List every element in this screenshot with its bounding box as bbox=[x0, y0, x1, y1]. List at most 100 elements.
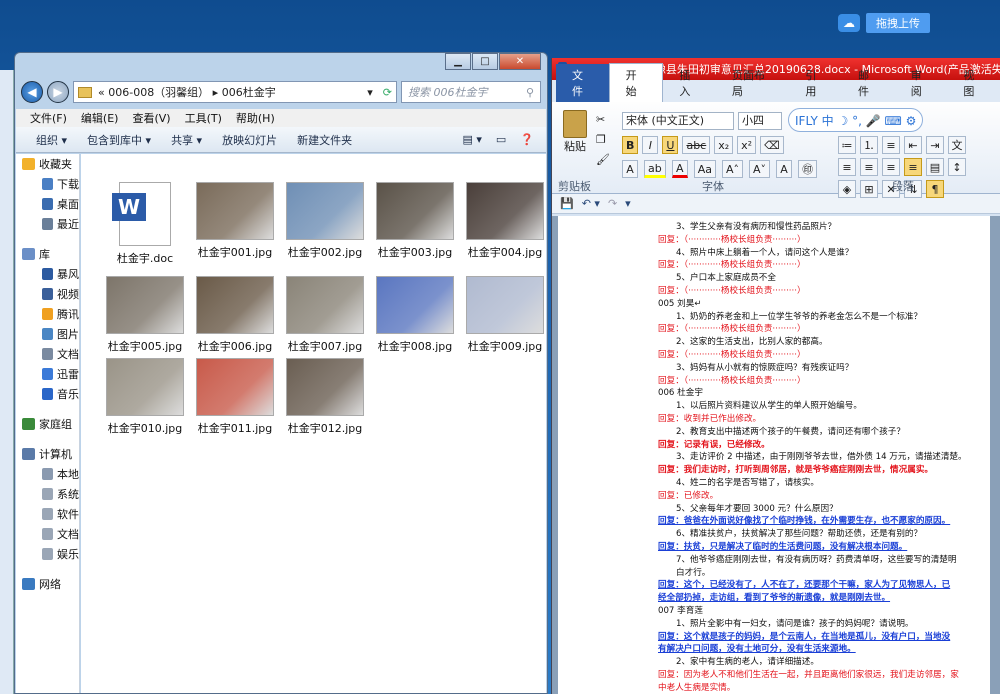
align-left-icon[interactable]: ≡ bbox=[838, 158, 856, 176]
search-input[interactable]: 搜索 006杜金宇 ⚲ bbox=[401, 81, 541, 103]
file-item[interactable]: 杜金宇001.jpg bbox=[191, 182, 279, 260]
text-effects-icon[interactable]: A bbox=[622, 160, 638, 178]
menu-help[interactable]: 帮助(H) bbox=[236, 110, 275, 126]
slideshow-button[interactable]: 放映幻灯片 bbox=[222, 132, 277, 148]
shrink-font-icon[interactable]: A˅ bbox=[749, 160, 771, 178]
nav-item[interactable]: 迅雷 bbox=[16, 364, 79, 384]
bullets-icon[interactable]: ≔ bbox=[838, 136, 856, 154]
forward-arrow-icon[interactable]: ▶ bbox=[47, 81, 69, 103]
subscript-button[interactable]: x₂ bbox=[714, 136, 734, 154]
chinese-layout-icon[interactable]: 文 bbox=[948, 136, 966, 154]
change-case-icon[interactable]: Aa bbox=[693, 160, 716, 178]
undo-icon[interactable]: ↶ ▾ bbox=[582, 197, 600, 210]
paste-button[interactable]: 粘贴 bbox=[560, 110, 590, 154]
enclose-char-icon[interactable]: ㊞ bbox=[798, 160, 818, 178]
file-item[interactable]: 杜金宇005.jpg bbox=[101, 276, 189, 354]
nav-item[interactable]: 收藏夹 bbox=[16, 154, 79, 174]
background-window-edge[interactable] bbox=[0, 70, 14, 694]
file-item[interactable]: 杜金宇012.jpg bbox=[281, 358, 369, 436]
tab-view[interactable]: 视图 bbox=[947, 64, 1000, 102]
file-item[interactable]: 杜金宇008.jpg bbox=[371, 276, 459, 354]
tab-file[interactable]: 文件 bbox=[556, 64, 609, 102]
qat-customize-icon[interactable]: ▾ bbox=[625, 197, 631, 210]
nav-item[interactable]: 家庭组 bbox=[16, 414, 79, 434]
document-page[interactable]: 3、学生父亲有没有病历和慢性药品照片？ 回复：（············杨校长组负… bbox=[558, 216, 990, 694]
font-name-select[interactable]: 宋体 (中文正文) bbox=[622, 112, 734, 130]
tab-home[interactable]: 开始 bbox=[608, 63, 664, 102]
nav-item[interactable]: 桌面 bbox=[16, 194, 79, 214]
menu-tools[interactable]: 工具(T) bbox=[185, 110, 222, 126]
nav-item[interactable]: 文档 bbox=[16, 344, 79, 364]
font-color-icon[interactable]: A bbox=[671, 160, 688, 178]
view-options-icon[interactable]: ▤ ▾ bbox=[462, 133, 481, 146]
clear-format-icon[interactable]: ⌫ bbox=[760, 136, 784, 154]
close-button[interactable]: ✕ bbox=[499, 53, 541, 70]
file-item[interactable]: 杜金宇006.jpg bbox=[191, 276, 279, 354]
file-item[interactable]: 杜金宇009.jpg bbox=[461, 276, 549, 354]
increase-indent-icon[interactable]: ⇥ bbox=[926, 136, 944, 154]
tab-page-layout[interactable]: 页面布局 bbox=[716, 64, 789, 102]
shading-icon[interactable]: ◈ bbox=[838, 180, 856, 198]
nav-item[interactable]: 系统 bbox=[16, 484, 79, 504]
include-in-library-button[interactable]: 包含到库中 ▾ bbox=[87, 132, 151, 148]
numbering-icon[interactable]: ⒈ bbox=[860, 136, 878, 154]
distributed-icon[interactable]: ▤ bbox=[926, 158, 944, 176]
nav-item[interactable]: 娱乐 bbox=[16, 544, 79, 564]
drag-upload-button[interactable]: 拖拽上传 bbox=[866, 13, 930, 33]
nav-item[interactable]: 下载 bbox=[16, 174, 79, 194]
italic-button[interactable]: I bbox=[642, 136, 659, 154]
save-icon[interactable]: 💾 bbox=[560, 197, 574, 210]
nav-item[interactable]: 网络 bbox=[16, 574, 79, 594]
strikethrough-button[interactable]: abc bbox=[682, 136, 711, 154]
line-spacing-icon[interactable]: ↕ bbox=[948, 158, 966, 176]
cut-icon[interactable]: ✂ bbox=[596, 110, 610, 130]
preview-pane-icon[interactable]: ▭ bbox=[496, 133, 506, 146]
file-item[interactable]: 杜金宇011.jpg bbox=[191, 358, 279, 436]
menu-view[interactable]: 查看(V) bbox=[132, 110, 170, 126]
file-item[interactable]: 杜金宇002.jpg bbox=[281, 182, 369, 260]
maximize-button[interactable]: □ bbox=[472, 53, 498, 70]
grow-font-icon[interactable]: A˄ bbox=[722, 160, 744, 178]
file-item[interactable]: 杜金宇003.jpg bbox=[371, 182, 459, 260]
tab-insert[interactable]: 插入 bbox=[663, 64, 716, 102]
explorer-titlebar[interactable]: ▁ □ ✕ bbox=[15, 53, 547, 75]
nav-item[interactable]: 文档 bbox=[16, 524, 79, 544]
menu-file[interactable]: 文件(F) bbox=[30, 110, 67, 126]
align-right-icon[interactable]: ≡ bbox=[882, 158, 900, 176]
nav-item[interactable]: 暴风 bbox=[16, 264, 79, 284]
highlight-color-icon[interactable]: ab bbox=[644, 160, 666, 178]
bold-button[interactable]: B bbox=[622, 136, 639, 154]
address-dropdown-icon[interactable]: ▾ bbox=[367, 86, 377, 99]
address-bar[interactable]: « 006-008（羽馨组） ▸ 006杜金宇 ▾ ⟳ bbox=[73, 81, 397, 103]
ifly-toolbar[interactable]: IFLY 中 ☽ °, 🎤 ⌨ ⚙ bbox=[788, 108, 924, 132]
nav-item[interactable]: 软件 bbox=[16, 504, 79, 524]
tab-mailings[interactable]: 邮件 bbox=[842, 64, 895, 102]
justify-icon[interactable]: ≡ bbox=[904, 158, 922, 176]
menu-edit[interactable]: 编辑(E) bbox=[81, 110, 119, 126]
align-center-icon[interactable]: ≡ bbox=[860, 158, 878, 176]
nav-item[interactable]: 最近 bbox=[16, 214, 79, 234]
file-item[interactable]: 杜金宇010.jpg bbox=[101, 358, 189, 436]
tab-review[interactable]: 审阅 bbox=[895, 64, 948, 102]
tab-references[interactable]: 引用 bbox=[789, 64, 842, 102]
show-marks-icon[interactable]: ¶ bbox=[926, 180, 944, 198]
file-item[interactable]: W 杜金宇.doc bbox=[101, 182, 189, 266]
refresh-icon[interactable]: ⟳ bbox=[383, 86, 396, 99]
back-arrow-icon[interactable]: ◀ bbox=[21, 81, 43, 103]
superscript-button[interactable]: x² bbox=[737, 136, 757, 154]
nav-item[interactable]: 库 bbox=[16, 244, 79, 264]
nav-item[interactable]: 本地 bbox=[16, 464, 79, 484]
nav-item[interactable]: 计算机 bbox=[16, 444, 79, 464]
copy-icon[interactable]: ❐ bbox=[596, 130, 610, 150]
borders-icon[interactable]: ⊞ bbox=[860, 180, 878, 198]
file-item[interactable]: 杜金宇007.jpg bbox=[281, 276, 369, 354]
file-item[interactable]: 杜金宇004.jpg bbox=[461, 182, 549, 260]
organize-button[interactable]: 组织 ▾ bbox=[36, 132, 67, 148]
new-folder-button[interactable]: 新建文件夹 bbox=[297, 132, 352, 148]
redo-icon[interactable]: ↷ bbox=[608, 197, 617, 210]
format-painter-icon[interactable]: 🖌 bbox=[596, 150, 610, 170]
upload-widget[interactable]: ☁ 拖拽上传 bbox=[838, 12, 930, 34]
underline-button[interactable]: U bbox=[662, 136, 679, 154]
nav-item[interactable]: 音乐 bbox=[16, 384, 79, 404]
minimize-button[interactable]: ▁ bbox=[445, 53, 471, 70]
